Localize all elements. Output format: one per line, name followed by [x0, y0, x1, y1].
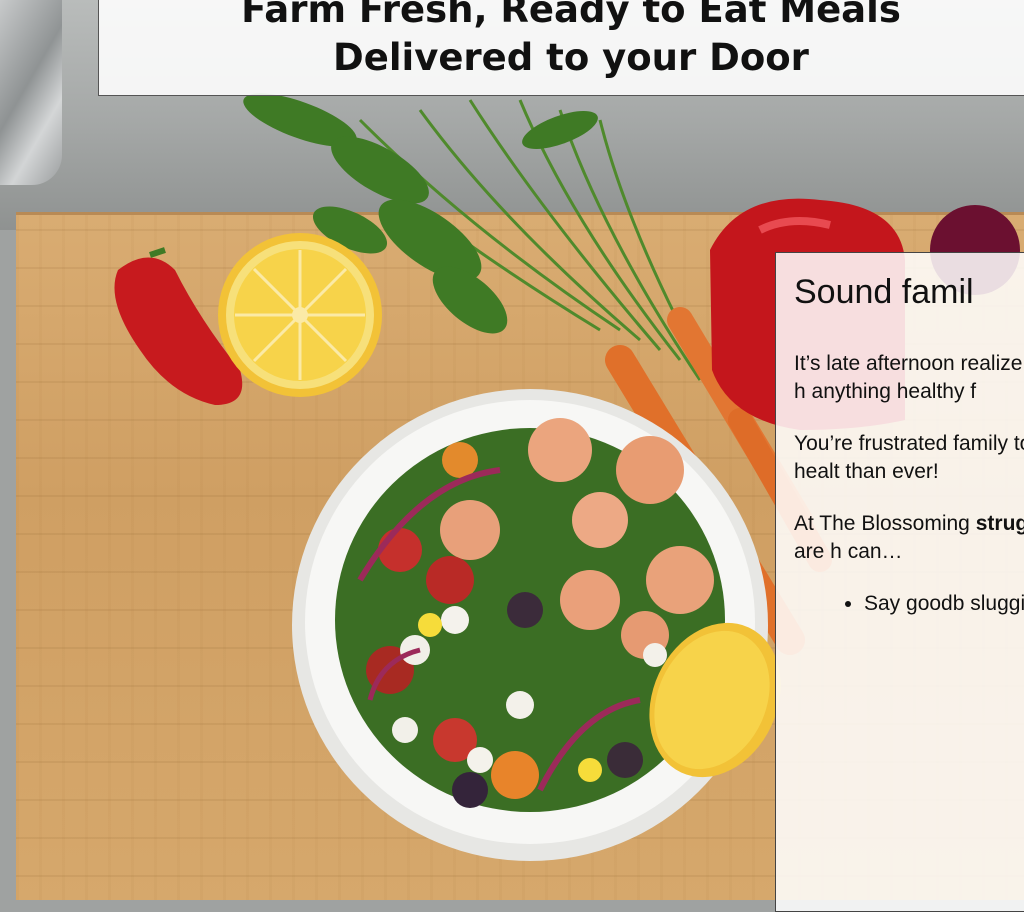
- headline-line-2: Delivered to your Door: [333, 36, 809, 79]
- headline-banner: Farm Fresh, Ready to Eat Meals Delivered…: [98, 0, 1024, 96]
- panel-paragraph-3: At The Blossoming struggle and are h can…: [794, 510, 1024, 566]
- headline-line-1: Farm Fresh, Ready to Eat Meals: [241, 0, 901, 31]
- paragraph-3-lead: At The Blossoming: [794, 512, 970, 535]
- chili-stem: [149, 247, 166, 258]
- panel-heading: Sound famil: [794, 273, 974, 311]
- benefit-list: Say goodb sluggishne: [794, 590, 1024, 618]
- lemon-half-left: [218, 233, 382, 397]
- copy-panel: Sound famil It’s late afternoon realize …: [775, 252, 1024, 912]
- panel-paragraph-1: It’s late afternoon realize you don’t h …: [794, 352, 1024, 403]
- benefit-item-1: Say goodb sluggishne: [864, 590, 1024, 618]
- paragraph-3-bold: struggle: [975, 512, 1024, 535]
- panel-paragraph-2: You’re frustrated family to eat healt th…: [794, 432, 1024, 483]
